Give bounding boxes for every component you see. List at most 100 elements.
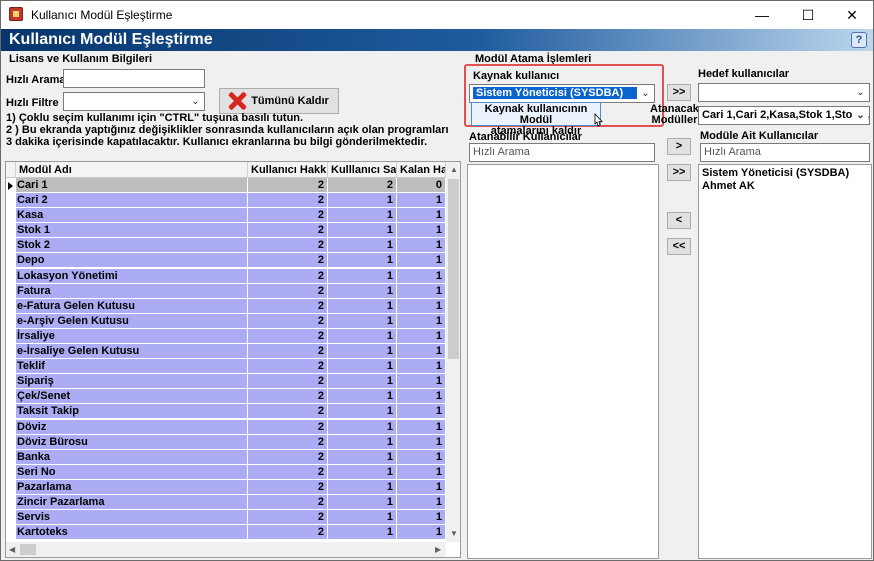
- table-cell: 1: [397, 328, 446, 344]
- scroll-up-icon[interactable]: ▲: [450, 165, 458, 174]
- row-indicator: [6, 298, 16, 314]
- scroll-thumb[interactable]: [20, 544, 36, 555]
- table-cell: 1: [328, 313, 397, 329]
- table-cell: Teklif: [16, 359, 248, 375]
- table-row[interactable]: Lokasyon Yönetimi 2 1 1: [6, 268, 446, 284]
- module-users-search[interactable]: Hızlı Arama: [700, 143, 870, 162]
- quick-search-input[interactable]: [63, 69, 205, 88]
- target-users-select[interactable]: ⌄: [698, 83, 870, 102]
- table-row[interactable]: Fatura 2 1 1: [6, 283, 446, 299]
- table-row[interactable]: e-İrsaliye Gelen Kutusu 2 1 1: [6, 344, 446, 360]
- help-icon[interactable]: ?: [851, 32, 867, 48]
- assignable-users-search[interactable]: Hızlı Arama: [469, 143, 655, 162]
- table-row[interactable]: Taksit Takip 2 1 1: [6, 404, 446, 420]
- table-row[interactable]: Cari 2211: [6, 193, 446, 209]
- minimize-button[interactable]: —: [739, 1, 785, 29]
- table-cell: Seri No: [16, 464, 248, 480]
- table-row[interactable]: Cari 1220: [6, 178, 446, 193]
- grid-body: Cari 1 2 2 0 Cari 2 2 1 1 Kasa 2 1 1 Stok 1 2 1 1 Stok 2…: [6, 178, 446, 541]
- table-cell: 1: [397, 404, 446, 420]
- table-row[interactable]: Kartoteks 2 1 1: [6, 525, 446, 541]
- table-row[interactable]: Banka 2 1 1: [6, 449, 446, 465]
- page-title: Kullanıcı Modül Eşleştirme: [9, 31, 213, 48]
- list-item[interactable]: Ahmet AK: [702, 180, 868, 193]
- add-all-users-button[interactable]: >>: [667, 164, 691, 181]
- table-row[interactable]: Depo 2 1 1: [6, 253, 446, 269]
- maximize-button[interactable]: ☐: [785, 1, 831, 29]
- table-row[interactable]: Kasa 2 1 1: [6, 208, 446, 224]
- assign-modules-select[interactable]: Cari 1,Cari 2,Kasa,Stok 1,Stok 2, ⌄: [698, 106, 870, 125]
- quick-filter-select[interactable]: ⌄: [63, 92, 205, 111]
- assignable-users-list[interactable]: [467, 164, 659, 559]
- tooltip-line-1: Kaynak kullanıcının Modül: [484, 103, 588, 126]
- table-cell: 1: [328, 374, 397, 390]
- table-cell: 2: [248, 178, 328, 193]
- table-cell: 1: [397, 223, 446, 239]
- row-indicator: [6, 238, 16, 254]
- table-cell: Zincir Pazarlama: [16, 494, 248, 510]
- table-cell: 2: [248, 223, 328, 239]
- grid-vertical-scrollbar[interactable]: ▲ ▼: [446, 162, 460, 542]
- scroll-down-icon[interactable]: ▼: [450, 529, 458, 538]
- table-cell: Cari 2: [16, 193, 248, 209]
- column-header[interactable]: Kullanıcı Hakkı: [248, 162, 328, 178]
- table-cell: 2: [248, 359, 328, 375]
- remove-source-assignments-tooltip[interactable]: Kaynak kullanıcının Modül atamalarını ka…: [471, 102, 601, 137]
- close-button[interactable]: ✕: [829, 1, 874, 29]
- row-indicator: [6, 434, 16, 450]
- table-cell: 1: [397, 479, 446, 495]
- table-cell: 2: [248, 283, 328, 299]
- table-row[interactable]: Pazarlama 2 1 1: [6, 479, 446, 495]
- table-cell: Fatura: [16, 283, 248, 299]
- column-header[interactable]: Modül Adı: [16, 162, 248, 178]
- remove-user-button[interactable]: <: [667, 212, 691, 229]
- table-cell: 2: [248, 344, 328, 360]
- copy-to-target-button[interactable]: >>: [667, 84, 691, 101]
- table-cell: Pazarlama: [16, 479, 248, 495]
- scroll-right-icon[interactable]: ▶: [435, 545, 441, 554]
- scroll-thumb[interactable]: [448, 179, 459, 359]
- module-grid[interactable]: Modül Adı Kullanıcı Hakkı Kulllanıcı Sa.…: [5, 161, 461, 558]
- table-row[interactable]: Seri No 2 1 1: [6, 464, 446, 480]
- row-indicator: [6, 494, 16, 510]
- table-cell: 1: [328, 464, 397, 480]
- table-cell: 1: [397, 374, 446, 390]
- table-row[interactable]: Stok 1211: [6, 223, 446, 239]
- table-cell: Taksit Takip: [16, 404, 248, 420]
- table-row[interactable]: e-Arşiv Gelen Kutusu 2 1 1: [6, 313, 446, 329]
- target-users-label: Hedef kullanıcılar: [698, 68, 790, 80]
- column-header[interactable]: Kalan Hak: [397, 162, 446, 178]
- table-row[interactable]: Sipariş 2 1 1: [6, 374, 446, 390]
- table-cell: Stok 1: [16, 223, 248, 239]
- table-row[interactable]: e-Fatura Gelen Kutusu 2 1 1: [6, 298, 446, 314]
- grid-horizontal-scrollbar[interactable]: ◀ ▶: [6, 542, 446, 557]
- list-item[interactable]: Sistem Yöneticisi (SYSDBA): [702, 167, 868, 180]
- clear-all-button[interactable]: Tümünü Kaldır: [219, 88, 339, 114]
- row-indicator: [6, 193, 16, 209]
- table-row[interactable]: Döviz Bürosu 2 1 1: [6, 434, 446, 450]
- table-row[interactable]: Servis 2 1 1: [6, 510, 446, 526]
- table-row[interactable]: Zincir Pazarlama 2 1 1: [6, 494, 446, 510]
- column-header[interactable]: Kulllanıcı Sa...: [328, 162, 397, 178]
- table-cell: 1: [397, 419, 446, 435]
- remove-all-users-button[interactable]: <<: [667, 238, 691, 255]
- table-row[interactable]: Teklif 2 1 1: [6, 359, 446, 375]
- row-indicator: [6, 510, 16, 526]
- window-title: Kullanıcı Modül Eşleştirme: [31, 8, 173, 22]
- assign-modules-value: Cari 1,Cari 2,Kasa,Stok 1,Stok 2,: [702, 109, 870, 121]
- table-row[interactable]: İrsaliye 2 1 1: [6, 328, 446, 344]
- table-cell: Çek/Senet: [16, 389, 248, 405]
- module-users-list[interactable]: Sistem Yöneticisi (SYSDBA) Ahmet AK: [698, 164, 872, 559]
- table-row[interactable]: Çek/Senet 2 1 1: [6, 389, 446, 405]
- table-cell: 2: [248, 253, 328, 269]
- table-cell: 2: [248, 238, 328, 254]
- table-cell: 1: [328, 208, 397, 224]
- table-cell: 1: [397, 359, 446, 375]
- scroll-left-icon[interactable]: ◀: [9, 545, 15, 554]
- assign-modules-label-line-2: Modüller: [651, 114, 698, 126]
- table-row[interactable]: Stok 2211: [6, 238, 446, 254]
- table-cell: 2: [248, 193, 328, 209]
- table-row[interactable]: Döviz 2 1 1: [6, 419, 446, 435]
- table-cell: 2: [248, 328, 328, 344]
- add-user-button[interactable]: >: [667, 138, 691, 155]
